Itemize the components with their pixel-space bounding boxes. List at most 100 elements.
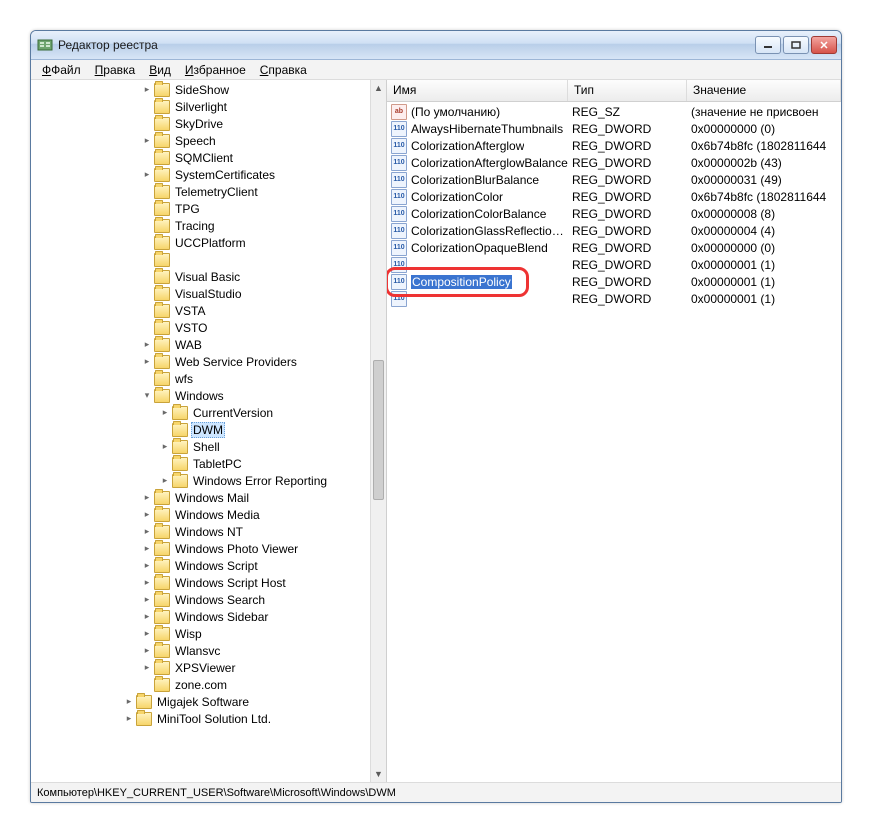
tree-pane: ▸SideShow▸Silverlight▸SkyDrive▸Speech▸SQ… — [31, 80, 387, 782]
maximize-button[interactable] — [783, 36, 809, 54]
folder-icon — [154, 593, 170, 607]
tree-node[interactable]: ▸UCCPlatform — [31, 234, 370, 251]
scroll-down-icon[interactable]: ▼ — [371, 766, 386, 782]
tree-node[interactable]: ▸Windows Error Reporting — [31, 472, 370, 489]
expand-icon[interactable]: ▸ — [141, 339, 153, 350]
menu-file[interactable]: ФФайл — [35, 61, 88, 79]
tree-node[interactable]: ▸Windows Photo Viewer — [31, 540, 370, 557]
expand-icon[interactable]: ▾ — [141, 390, 153, 401]
tree-node[interactable]: ▸Windows Media — [31, 506, 370, 523]
col-name[interactable]: Имя — [387, 80, 568, 101]
tree-node[interactable]: ▸Windows Script Host — [31, 574, 370, 591]
value-row[interactable]: 110ColorizationAfterglowBalanceREG_DWORD… — [387, 154, 841, 171]
value-row[interactable]: 110REG_DWORD0x00000001 (1) — [387, 290, 841, 307]
tree-node[interactable]: ▸ — [31, 251, 370, 268]
tree-node[interactable]: ▸WAB — [31, 336, 370, 353]
tree-node[interactable]: ▸Tracing — [31, 217, 370, 234]
tree-node[interactable]: ▸VSTO — [31, 319, 370, 336]
folder-icon — [154, 355, 170, 369]
expand-icon[interactable]: ▸ — [123, 713, 135, 724]
tree-node[interactable]: ▸wfs — [31, 370, 370, 387]
menu-favorites[interactable]: Избранное — [178, 61, 253, 79]
expand-icon[interactable]: ▸ — [141, 594, 153, 605]
value-row[interactable]: 110ColorizationColorREG_DWORD0x6b74b8fc … — [387, 188, 841, 205]
tree-node[interactable]: ▸Windows Sidebar — [31, 608, 370, 625]
tree-node[interactable]: ▸Wlansvc — [31, 642, 370, 659]
expand-icon[interactable]: ▸ — [141, 169, 153, 180]
titlebar[interactable]: Редактор реестра — [31, 31, 841, 60]
minimize-button[interactable] — [755, 36, 781, 54]
tree-node[interactable]: ▸TPG — [31, 200, 370, 217]
tree-node[interactable]: ▸VisualStudio — [31, 285, 370, 302]
tree-node[interactable]: ▸MiniTool Solution Ltd. — [31, 710, 370, 727]
expand-icon[interactable]: ▸ — [141, 135, 153, 146]
menu-help[interactable]: Справка — [253, 61, 314, 79]
value-list[interactable]: ab(По умолчанию)REG_SZ(значение не присв… — [387, 102, 841, 307]
value-row[interactable]: 110ColorizationGlassReflectionI...REG_DW… — [387, 222, 841, 239]
expand-icon[interactable]: ▸ — [141, 611, 153, 622]
tree-node[interactable]: ▸zone.com — [31, 676, 370, 693]
tree-node[interactable]: ▸DWM — [31, 421, 370, 438]
tree-node[interactable]: ▸Wisp — [31, 625, 370, 642]
value-row[interactable]: ab(По умолчанию)REG_SZ(значение не присв… — [387, 103, 841, 120]
col-type[interactable]: Тип — [568, 80, 687, 101]
tree-node[interactable]: ▸Migajek Software — [31, 693, 370, 710]
expand-icon[interactable]: ▸ — [141, 662, 153, 673]
expand-icon[interactable]: ▸ — [123, 696, 135, 707]
status-path: Компьютер\HKEY_CURRENT_USER\Software\Mic… — [37, 787, 396, 799]
tree-node[interactable]: ▸Speech — [31, 132, 370, 149]
tree-node[interactable]: ▸CurrentVersion — [31, 404, 370, 421]
folder-icon — [154, 83, 170, 97]
expand-icon[interactable]: ▸ — [141, 560, 153, 571]
tree-node[interactable]: ▾Windows — [31, 387, 370, 404]
expand-icon[interactable]: ▸ — [141, 526, 153, 537]
scroll-up-icon[interactable]: ▲ — [371, 80, 386, 96]
tree-node[interactable]: ▸SystemCertificates — [31, 166, 370, 183]
folder-icon — [172, 474, 188, 488]
tree-node[interactable]: ▸SQMClient — [31, 149, 370, 166]
tree-node[interactable]: ▸Silverlight — [31, 98, 370, 115]
value-data: 0x00000001 (1) — [687, 292, 841, 306]
expand-icon[interactable]: ▸ — [159, 475, 171, 486]
folder-icon — [136, 712, 152, 726]
tree-node[interactable]: ▸Windows Search — [31, 591, 370, 608]
folder-icon — [154, 168, 170, 182]
value-row[interactable]: 110ColorizationColorBalanceREG_DWORD0x00… — [387, 205, 841, 222]
value-row[interactable]: 110ColorizationOpaqueBlendREG_DWORD0x000… — [387, 239, 841, 256]
value-row[interactable]: 110ColorizationBlurBalanceREG_DWORD0x000… — [387, 171, 841, 188]
tree-node[interactable]: ▸SideShow — [31, 81, 370, 98]
expand-icon[interactable]: ▸ — [141, 628, 153, 639]
menu-view[interactable]: Вид — [142, 61, 178, 79]
tree-node[interactable]: ▸TelemetryClient — [31, 183, 370, 200]
close-button[interactable] — [811, 36, 837, 54]
value-row[interactable]: 110ColorizationAfterglowREG_DWORD0x6b74b… — [387, 137, 841, 154]
expand-icon[interactable]: ▸ — [141, 356, 153, 367]
value-row[interactable]: 110CompositionPolicyREG_DWORD0x00000001 … — [387, 273, 841, 290]
rename-input[interactable]: CompositionPolicy — [411, 275, 512, 289]
tree-node[interactable]: ▸Web Service Providers — [31, 353, 370, 370]
tree-node[interactable]: ▸Windows NT — [31, 523, 370, 540]
expand-icon[interactable]: ▸ — [141, 543, 153, 554]
value-row[interactable]: 110REG_DWORD0x00000001 (1) — [387, 256, 841, 273]
tree-node[interactable]: ▸Shell — [31, 438, 370, 455]
tree-node[interactable]: ▸XPSViewer — [31, 659, 370, 676]
expand-icon[interactable]: ▸ — [141, 577, 153, 588]
expand-icon[interactable]: ▸ — [141, 84, 153, 95]
expand-icon[interactable]: ▸ — [141, 492, 153, 503]
tree-node[interactable]: ▸TabletPC — [31, 455, 370, 472]
expand-icon[interactable]: ▸ — [141, 645, 153, 656]
scroll-thumb[interactable] — [373, 360, 384, 500]
menu-edit[interactable]: Правка — [88, 61, 143, 79]
tree-node[interactable]: ▸Visual Basic — [31, 268, 370, 285]
col-value[interactable]: Значение — [687, 80, 841, 101]
tree-node[interactable]: ▸Windows Mail — [31, 489, 370, 506]
tree[interactable]: ▸SideShow▸Silverlight▸SkyDrive▸Speech▸SQ… — [31, 80, 370, 782]
value-row[interactable]: 110AlwaysHibernateThumbnailsREG_DWORD0x0… — [387, 120, 841, 137]
tree-node[interactable]: ▸VSTA — [31, 302, 370, 319]
expand-icon[interactable]: ▸ — [159, 407, 171, 418]
expand-icon[interactable]: ▸ — [141, 509, 153, 520]
tree-node[interactable]: ▸SkyDrive — [31, 115, 370, 132]
expand-icon[interactable]: ▸ — [159, 441, 171, 452]
tree-scrollbar[interactable]: ▲ ▼ — [370, 80, 386, 782]
tree-node[interactable]: ▸Windows Script — [31, 557, 370, 574]
